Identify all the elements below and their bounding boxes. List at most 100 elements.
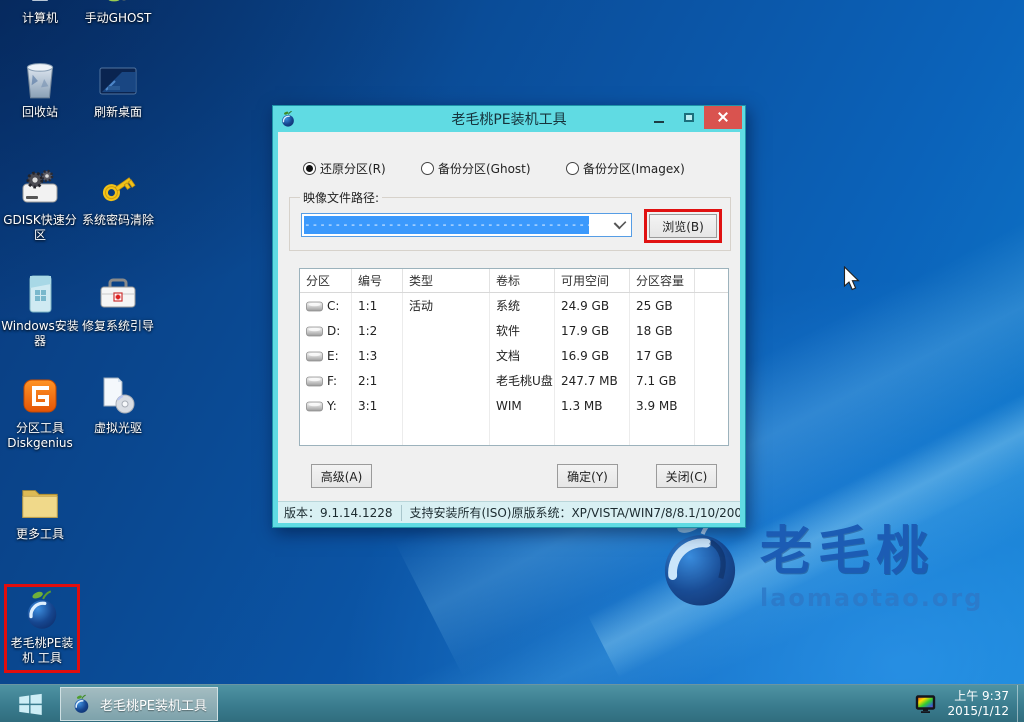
- table-cell: 系统: [490, 293, 555, 318]
- table-cell: 1:1: [352, 293, 403, 318]
- image-path-label: 映像文件路径:: [300, 189, 383, 206]
- table-row[interactable]: F: 2:1 老毛桃U盘 247.7 MB 7.1 GB: [300, 368, 728, 393]
- table-cell: 活动: [403, 293, 490, 318]
- table-cell: 17.9 GB: [555, 318, 630, 343]
- table-cell: [403, 318, 490, 343]
- peach-icon: [74, 694, 89, 713]
- pe-tool-window: 老毛桃PE装机工具 还原分区(R) 备份分区(Ghost) 备份分区(Image…: [272, 105, 746, 528]
- column-header[interactable]: 卷标: [490, 269, 555, 292]
- radio-backup-ghost[interactable]: 备份分区(Ghost): [421, 160, 531, 177]
- table-row[interactable]: Y: 3:1 WIM 1.3 MB 3.9 MB: [300, 393, 728, 418]
- desktop-icon-label: 虚拟光驱: [93, 421, 142, 435]
- start-button[interactable]: [0, 685, 60, 722]
- watermark-site: laomaotao.org: [760, 583, 984, 612]
- close-dialog-button[interactable]: 关闭(C): [656, 464, 717, 488]
- desktop-icon-computer[interactable]: 计算机: [0, 0, 80, 26]
- virtual-cd-icon: [96, 374, 140, 418]
- radio-label: 备份分区(Ghost): [438, 162, 531, 176]
- minimize-button[interactable]: [644, 106, 674, 129]
- table-cell: 软件: [490, 318, 555, 343]
- maximize-button[interactable]: [674, 106, 704, 129]
- column-header[interactable]: 分区: [300, 269, 352, 292]
- desktop-icon-diskgenius[interactable]: 分区工具 Diskgenius: [0, 374, 80, 451]
- taskbar-clock[interactable]: 上午 9:37 2015/1/12: [947, 689, 1009, 719]
- table-cell: 1.3 MB: [555, 393, 630, 418]
- table-cell: [695, 343, 728, 368]
- table-cell: 3:1: [352, 393, 403, 418]
- table-cell: [403, 343, 490, 368]
- desktop-icon-label: Windows安装器: [1, 319, 79, 348]
- browse-button[interactable]: 浏览(B): [649, 214, 717, 238]
- advanced-button[interactable]: 高级(A): [311, 464, 372, 488]
- supported-systems-text: 支持安装所有(ISO)原版系统：XP/VISTA/WIN7/8/8.1/10/2…: [409, 506, 740, 520]
- table-cell: 24.9 GB: [555, 293, 630, 318]
- taskbar-item-laomaotao[interactable]: 老毛桃PE装机工具: [60, 687, 218, 721]
- mode-radio-group: 还原分区(R) 备份分区(Ghost) 备份分区(Imagex): [303, 160, 730, 176]
- column-header[interactable]: 编号: [352, 269, 403, 292]
- table-cell: 17 GB: [630, 343, 695, 368]
- table-row[interactable]: D: 1:2 软件 17.9 GB 18 GB: [300, 318, 728, 343]
- table-row[interactable]: E: 1:3 文档 16.9 GB 17 GB: [300, 343, 728, 368]
- radio-unselected-icon: [421, 162, 434, 175]
- table-cell: 老毛桃U盘: [490, 368, 555, 393]
- radio-backup-imagex[interactable]: 备份分区(Imagex): [566, 160, 685, 177]
- window-client-area: 还原分区(R) 备份分区(Ghost) 备份分区(Imagex) 映像文件路径:…: [278, 132, 740, 523]
- table-row[interactable]: C: 1:1 活动 系统 24.9 GB 25 GB: [300, 293, 728, 318]
- radio-label: 备份分区(Imagex): [583, 162, 685, 176]
- table-cell: 文档: [490, 343, 555, 368]
- desktop-icon-laomaotao-pe[interactable]: 老毛桃PE装机 工具: [4, 584, 80, 673]
- table-cell: 25 GB: [630, 293, 695, 318]
- show-desktop-button[interactable]: [1017, 685, 1024, 722]
- close-button[interactable]: [704, 106, 742, 129]
- desktop-icon-gdisk[interactable]: GDISK快速分区: [0, 166, 80, 243]
- window-titlebar[interactable]: 老毛桃PE装机工具: [273, 106, 745, 132]
- key-icon: [96, 166, 140, 210]
- table-cell: 2:1: [352, 368, 403, 393]
- chevron-down-icon[interactable]: [613, 216, 627, 230]
- desktop-icon-virtual-cd[interactable]: 虚拟光驱: [78, 374, 158, 436]
- desktop-icon-label: 分区工具 Diskgenius: [7, 421, 73, 450]
- desktop-icon-password-clear[interactable]: 系统密码清除: [78, 166, 158, 228]
- dialog-buttons: 高级(A) 确定(Y) 关闭(C): [278, 464, 740, 488]
- mouse-cursor: [843, 266, 860, 291]
- taskbar: 老毛桃PE装机工具 上午 9:37 2015/1/12: [0, 684, 1024, 722]
- table-cell: 3.9 MB: [630, 393, 695, 418]
- desktop-icon-label: 更多工具: [15, 527, 64, 541]
- desktop-icon-label: 手动GHOST: [84, 11, 152, 25]
- annotation-redbox-browse: 浏览(B): [644, 209, 722, 243]
- column-header[interactable]: 可用空间: [555, 269, 630, 292]
- table-cell: 16.9 GB: [555, 343, 630, 368]
- table-cell: E:: [300, 343, 352, 368]
- ghost-disk-icon: [96, 0, 140, 8]
- desktop-icon-recycle-bin[interactable]: 回收站: [0, 58, 80, 120]
- radio-restore-partition[interactable]: 还原分区(R): [303, 160, 386, 177]
- column-header-empty: [695, 269, 728, 292]
- desktop-icon-windows-installer[interactable]: Windows安装器: [0, 272, 80, 349]
- desktop-icon-refresh-desktop[interactable]: 刷新桌面: [78, 58, 158, 120]
- display-settings-icon[interactable]: [915, 694, 937, 714]
- column-header[interactable]: 分区容量: [630, 269, 695, 292]
- table-cell: 7.1 GB: [630, 368, 695, 393]
- desktop-icon-label: GDISK快速分区: [3, 213, 77, 242]
- column-header[interactable]: 类型: [403, 269, 490, 292]
- disk-gears-icon: [18, 166, 62, 210]
- radio-unselected-icon: [566, 162, 579, 175]
- clock-date: 2015/1/12: [947, 704, 1009, 718]
- taskbar-item-label: 老毛桃PE装机工具: [99, 698, 207, 714]
- minimize-icon: [654, 120, 664, 123]
- table-cell: Y:: [300, 393, 352, 418]
- desktop-icon-label: 刷新桌面: [93, 105, 142, 119]
- toolbox-icon: [96, 272, 140, 316]
- desktop-icon-label: 老毛桃PE装机 工具: [10, 636, 74, 665]
- refresh-desktop-icon: [96, 58, 140, 102]
- image-path-combobox[interactable]: ----------------------------------------…: [301, 213, 632, 237]
- table-cell: [695, 368, 728, 393]
- desktop-icon-manual-ghost[interactable]: 手动GHOST: [78, 0, 158, 26]
- desktop-icon-repair-boot[interactable]: 修复系统引导: [78, 272, 158, 334]
- desktop-icon-more-tools[interactable]: 更多工具: [0, 480, 80, 542]
- radio-label: 还原分区(R): [320, 162, 386, 176]
- table-cell: [695, 293, 728, 318]
- radio-selected-icon: [303, 162, 316, 175]
- ok-button[interactable]: 确定(Y): [557, 464, 618, 488]
- watermark-brand: 老毛桃: [760, 521, 935, 582]
